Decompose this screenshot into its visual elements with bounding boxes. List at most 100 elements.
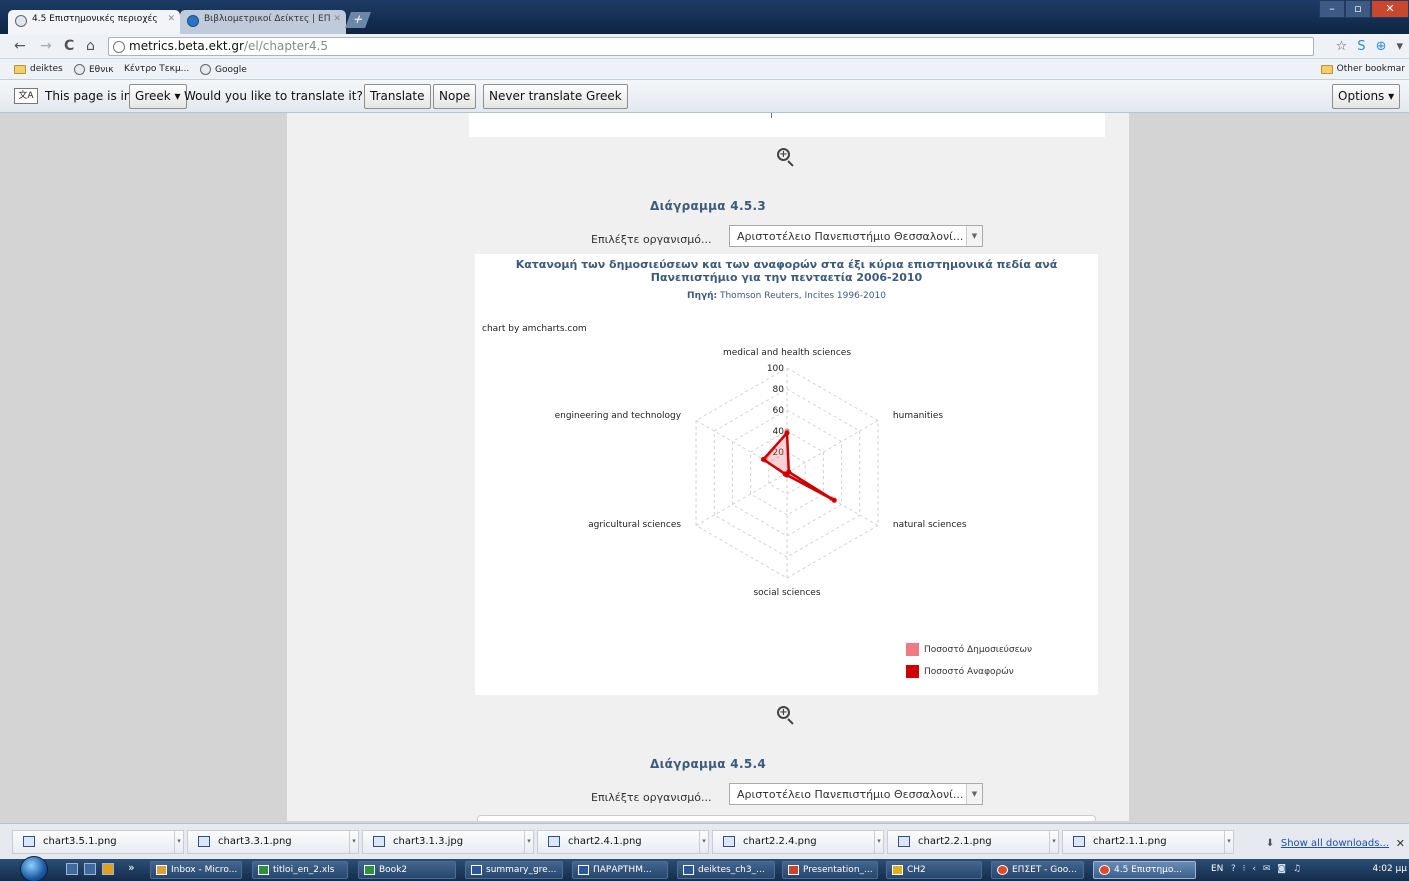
menu-icon[interactable]: ▾ bbox=[1396, 39, 1403, 54]
organization-select[interactable]: Αριστοτέλειο Πανεπιστήμιο Θεσσαλονί... ▼ bbox=[729, 783, 983, 805]
radar-spoke bbox=[786, 420, 879, 474]
translate-question: Would you like to translate it? bbox=[184, 89, 363, 103]
windows-taskbar: » Inbox - Micro... titloi_en_2.xls Book2… bbox=[0, 856, 1409, 881]
bookmark-item[interactable]: Εθνικ bbox=[74, 64, 114, 75]
excel-icon bbox=[258, 865, 269, 875]
tab-active[interactable]: 4.5 Επιστημονικές περιοχές ✕ bbox=[8, 10, 180, 34]
excel-icon bbox=[364, 865, 375, 875]
extension-icon-2[interactable]: ⊕ bbox=[1376, 39, 1387, 54]
chevron-down-icon[interactable]: ▼ bbox=[966, 784, 982, 804]
taskbar-item[interactable]: deiktes_ch3_... bbox=[677, 861, 775, 879]
bookmark-star-icon[interactable]: ☆ bbox=[1336, 39, 1348, 54]
chevron-down-icon[interactable]: ▼ bbox=[966, 226, 982, 246]
never-translate-button[interactable]: Never translate Greek bbox=[483, 84, 628, 109]
bookmarks-bar: deiktes Εθνικ Κέντρο Τεκμ... Google Othe… bbox=[0, 59, 1409, 80]
bookmark-item[interactable]: Google bbox=[200, 64, 247, 75]
translate-infobar: 文A This page is in Greek ▾ Would you lik… bbox=[0, 80, 1409, 113]
download-item[interactable]: chart2.4.1.png ▾ bbox=[537, 830, 709, 854]
taskbar-item[interactable]: titloi_en_2.xls bbox=[252, 861, 348, 879]
new-tab-button[interactable]: + bbox=[345, 12, 371, 28]
zoom-in-icon[interactable]: + bbox=[777, 706, 795, 725]
image-file-icon bbox=[898, 836, 910, 847]
language-select[interactable]: Greek ▾ bbox=[129, 84, 187, 109]
home-button[interactable]: ⌂ bbox=[86, 38, 95, 54]
radar-axis-label: agricultural sciences bbox=[588, 519, 682, 530]
powerpoint-icon bbox=[788, 865, 799, 875]
extension-icon[interactable]: S bbox=[1357, 39, 1365, 54]
outlook-quick-icon[interactable] bbox=[102, 863, 114, 875]
folder-icon bbox=[14, 64, 26, 74]
word-icon bbox=[683, 865, 694, 875]
toolbar-actions: ☆ S ⊕ ▾ bbox=[1336, 39, 1403, 54]
taskbar-item[interactable]: ΕΠΣΕΤ - Goo... bbox=[991, 861, 1084, 879]
site-icon bbox=[187, 15, 199, 27]
language-indicator[interactable]: EN bbox=[1211, 864, 1223, 874]
tab-label: Βιβλιομετρικοί Δείκτες | ΕΠ bbox=[204, 14, 331, 24]
image-file-icon bbox=[23, 836, 35, 847]
radar-axis-label: natural sciences bbox=[892, 519, 967, 530]
nope-button[interactable]: Nope bbox=[433, 84, 477, 109]
taskbar-item[interactable]: CH2 bbox=[886, 861, 982, 879]
tab-close-icon[interactable]: ✕ bbox=[167, 14, 175, 24]
taskbar-item[interactable]: ΠΑΡΑΡΤΗΜ... bbox=[572, 861, 668, 879]
taskbar-item[interactable]: Presentation_... bbox=[782, 861, 878, 879]
close-download-shelf-icon[interactable]: ✕ bbox=[1396, 837, 1405, 850]
download-item[interactable]: chart2.2.1.png ▾ bbox=[887, 830, 1059, 854]
tray-icons[interactable]: ? ⁝ ‹ ✉ ◙ ♫ bbox=[1231, 864, 1303, 874]
bookmark-item[interactable]: Κέντρο Τεκμ... bbox=[124, 64, 189, 74]
taskbar-item[interactable]: Inbox - Micro... bbox=[150, 861, 242, 879]
zoom-in-icon[interactable]: + bbox=[777, 148, 795, 167]
translate-options-button[interactable]: Options ▾ bbox=[1332, 84, 1401, 109]
tab-inactive[interactable]: Βιβλιομετρικοί Δείκτες | ΕΠ ✕ bbox=[180, 10, 346, 34]
folder-icon bbox=[892, 865, 903, 875]
radar-plot: 10080604020 bbox=[695, 364, 879, 579]
browser-toolbar: ← → C ⌂ metrics.beta.ekt.gr/el/chapter4.… bbox=[0, 34, 1409, 59]
clock[interactable]: 4:02 μμ bbox=[1372, 864, 1407, 874]
download-item[interactable]: chart2.2.4.png ▾ bbox=[712, 830, 884, 854]
download-item[interactable]: chart3.5.1.png ▾ bbox=[12, 830, 184, 854]
start-button[interactable] bbox=[20, 856, 48, 881]
other-bookmarks[interactable]: Other bookmar bbox=[1320, 64, 1405, 74]
title-bar: 4.5 Επιστημονικές περιοχές ✕ Βιβλιομετρι… bbox=[0, 0, 1409, 34]
page-icon bbox=[15, 15, 27, 27]
download-item[interactable]: chart3.3.1.png ▾ bbox=[187, 830, 359, 854]
show-all-downloads-link[interactable]: ⬇ Show all downloads... bbox=[1266, 838, 1389, 849]
tab-close-icon[interactable]: ✕ bbox=[333, 14, 341, 24]
reload-button[interactable]: C bbox=[64, 38, 74, 54]
maximize-button[interactable]: ▫ bbox=[1345, 0, 1371, 18]
legend-swatch bbox=[906, 665, 919, 678]
back-button[interactable]: ← bbox=[14, 38, 26, 54]
address-bar[interactable]: metrics.beta.ekt.gr/el/chapter4.5 bbox=[108, 37, 1314, 56]
forward-button[interactable]: → bbox=[40, 38, 52, 54]
page-viewport[interactable]: + Διάγραμμα 4.5.3 Επιλέξτε οργανισμό... … bbox=[0, 113, 1409, 821]
page-info-icon[interactable] bbox=[113, 41, 125, 53]
tab-label: 4.5 Επιστημονικές περιοχές bbox=[32, 14, 158, 24]
image-file-icon bbox=[373, 836, 385, 847]
show-desktop-icon[interactable] bbox=[66, 863, 78, 875]
minimize-button[interactable]: – bbox=[1319, 0, 1345, 18]
taskbar-item[interactable]: Book2 bbox=[358, 861, 456, 879]
radar-axis-label: humanities bbox=[892, 410, 944, 421]
previous-chart-box bbox=[469, 113, 1105, 137]
legend-item-publications[interactable]: Ποσοστό Δημοσιεύσεων bbox=[906, 643, 1032, 656]
page-content: + Διάγραμμα 4.5.3 Επιλέξτε οργανισμό... … bbox=[287, 113, 1129, 821]
download-item[interactable]: chart3.1.3.jpg ▾ bbox=[362, 830, 534, 854]
quick-launch-icon[interactable] bbox=[84, 863, 96, 875]
radar-spoke bbox=[695, 472, 788, 526]
word-icon bbox=[578, 865, 589, 875]
bookmark-item[interactable]: deiktes bbox=[14, 64, 63, 74]
radar-series-1 bbox=[764, 428, 832, 500]
taskbar-item-active[interactable]: 4.5 Επιστημο... bbox=[1093, 861, 1196, 879]
legend-item-citations[interactable]: Ποσοστό Αναφορών bbox=[906, 665, 1014, 678]
taskbar-item[interactable]: summary_gre... bbox=[465, 861, 563, 879]
radar-point bbox=[831, 497, 837, 503]
organization-select-label: Επιλέξτε οργανισμό... bbox=[591, 791, 712, 804]
next-chart-box bbox=[477, 815, 1096, 821]
radar-point bbox=[760, 456, 766, 462]
diagram-heading: Διάγραμμα 4.5.3 bbox=[650, 199, 766, 213]
taskbar-overflow[interactable]: » bbox=[128, 861, 135, 874]
close-window-button[interactable]: ✕ bbox=[1371, 0, 1409, 18]
translate-button[interactable]: Translate bbox=[364, 84, 431, 109]
download-item[interactable]: chart2.1.1.png ▾ bbox=[1062, 830, 1234, 854]
organization-select[interactable]: Αριστοτέλειο Πανεπιστήμιο Θεσσαλονί... ▼ bbox=[729, 225, 983, 247]
